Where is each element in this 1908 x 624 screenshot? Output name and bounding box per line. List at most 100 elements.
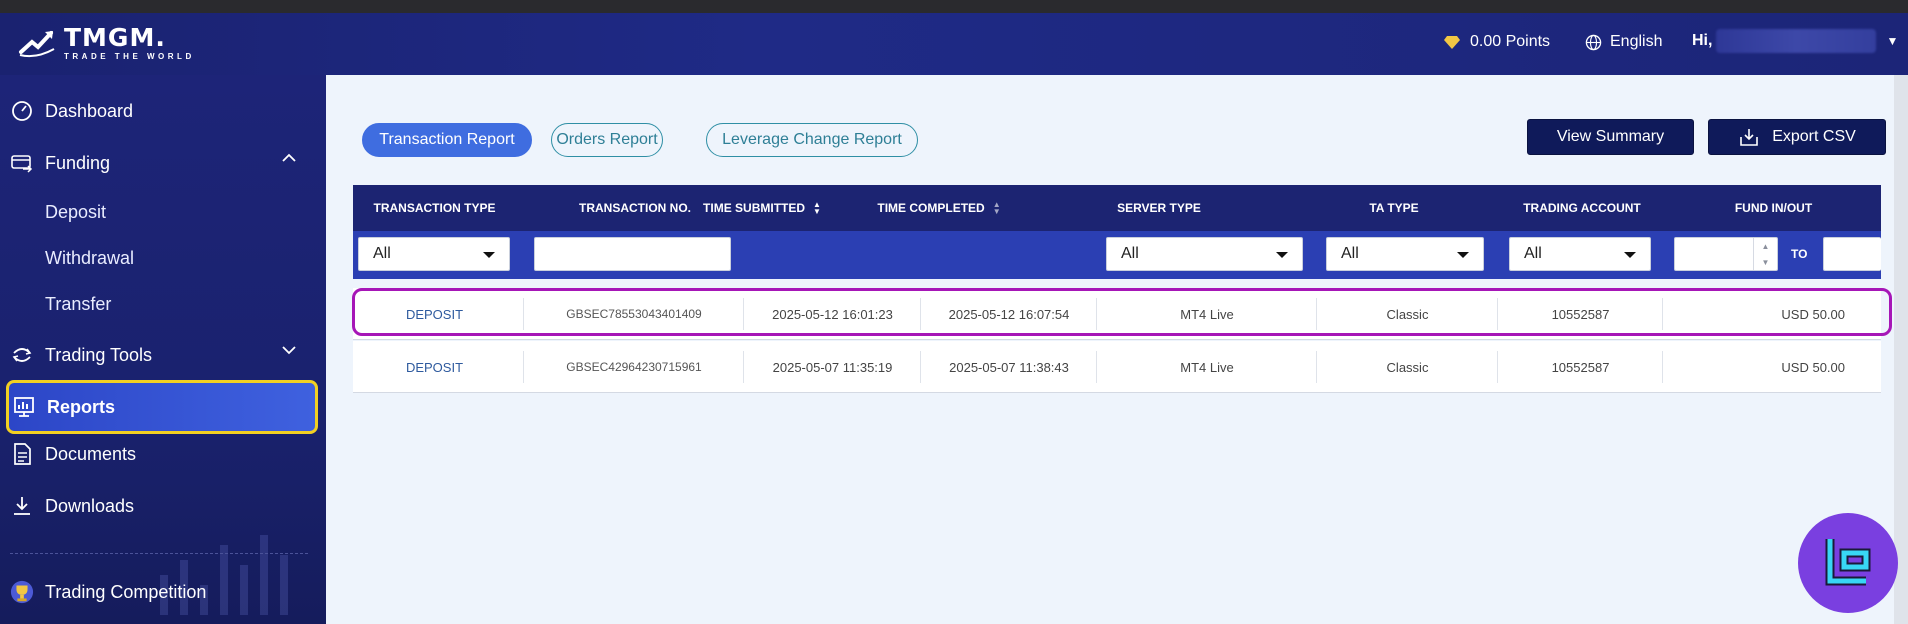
top-header: TMGM. TRADE THE WORLD 0.00 Points Englis… xyxy=(0,13,1908,75)
col-time-submitted[interactable]: TIME SUBMITTED ▲ ▼ xyxy=(673,185,851,231)
sidebar-item-trading-competition[interactable]: Trading Competition xyxy=(10,568,316,616)
col-trading-account: TRADING ACCOUNT xyxy=(1523,201,1641,215)
ta-type-filter-value: All xyxy=(1341,245,1359,262)
sidebar-item-withdrawal[interactable]: Withdrawal xyxy=(45,248,134,269)
cell-divider xyxy=(1498,298,1663,330)
chevron-up-icon xyxy=(282,153,296,162)
col-time-completed-label: TIME COMPLETED xyxy=(877,201,985,215)
sidebar-item-trading-tools[interactable]: Trading Tools xyxy=(10,331,316,379)
table-row[interactable]: DEPOSIT GBSEC42964230715961 2025-05-07 1… xyxy=(353,341,1881,393)
logo-mark-icon xyxy=(19,31,55,58)
export-csv-button[interactable]: Export CSV xyxy=(1708,119,1886,155)
cell-divider xyxy=(744,298,921,330)
sidebar-item-label: Trading Tools xyxy=(45,344,153,365)
tab-orders-report[interactable]: Orders Report xyxy=(551,123,663,157)
col-time-submitted-label: TIME SUBMITTED xyxy=(703,201,806,215)
tab-transaction-report[interactable]: Transaction Report xyxy=(362,123,532,157)
table-row[interactable]: DEPOSIT GBSEC78553043401409 2025-05-12 1… xyxy=(353,288,1881,340)
sort-icon[interactable]: ▲ ▼ xyxy=(993,201,1001,216)
fund-max-input[interactable] xyxy=(1823,237,1881,271)
brand-badge-icon xyxy=(1798,513,1898,613)
sidebar-item-downloads[interactable]: Downloads xyxy=(10,482,316,530)
globe-icon xyxy=(1585,34,1602,50)
cell-divider xyxy=(1097,298,1317,330)
documents-icon xyxy=(10,442,34,466)
number-stepper[interactable]: ▲ ▼ xyxy=(1753,238,1777,270)
ta-type-filter[interactable]: All xyxy=(1326,237,1484,271)
tools-icon xyxy=(10,343,34,367)
fund-min-input[interactable]: ▲ ▼ xyxy=(1674,237,1778,271)
sidebar: Dashboard Funding Deposit Withdrawal Tra… xyxy=(0,75,326,624)
sidebar-item-label: Funding xyxy=(45,152,111,173)
redacted-username xyxy=(1716,29,1877,53)
cell-divider xyxy=(921,298,1097,330)
sidebar-item-label: Trading Competition xyxy=(45,581,207,602)
sidebar-item-label: Dashboard xyxy=(45,100,134,121)
server-type-filter[interactable]: All xyxy=(1106,237,1303,271)
view-summary-button[interactable]: View Summary xyxy=(1527,119,1694,155)
cell-divider xyxy=(1317,351,1498,383)
cell-divider xyxy=(353,298,524,330)
tmgm-logo[interactable]: TMGM. TRADE THE WORLD xyxy=(18,25,195,61)
col-time-completed[interactable]: TIME COMPLETED ▲ ▼ xyxy=(850,185,1028,231)
sidebar-item-label: Reports xyxy=(47,396,116,417)
tab-leverage-change-report[interactable]: Leverage Change Report xyxy=(706,123,918,157)
cell-divider xyxy=(524,298,744,330)
transaction-no-input[interactable] xyxy=(534,237,731,271)
points-label: 0.00 Points xyxy=(1470,33,1551,50)
reports-icon xyxy=(12,395,36,419)
sidebar-item-deposit[interactable]: Deposit xyxy=(45,202,106,223)
cell-divider xyxy=(1317,298,1498,330)
dropdown-arrow-icon xyxy=(1276,252,1288,258)
points-display[interactable]: 0.00 Points xyxy=(1444,33,1550,51)
filter-row: All All All All ▲ ▼ TO xyxy=(353,231,1881,279)
vertical-scrollbar[interactable] xyxy=(1894,75,1908,624)
cell-fund-in-out: USD 50.00 xyxy=(1781,359,1845,375)
cell-divider xyxy=(353,351,524,383)
sidebar-item-label: Downloads xyxy=(45,495,135,516)
col-ta-type: TA TYPE xyxy=(1369,201,1419,215)
transaction-type-filter[interactable]: All xyxy=(358,237,510,271)
caret-down-icon: ▼ xyxy=(1886,34,1899,48)
transaction-type-filter-value: All xyxy=(373,245,391,262)
col-fund-in-out: FUND IN/OUT xyxy=(1734,201,1813,215)
dropdown-arrow-icon xyxy=(1457,252,1469,258)
col-server-type: SERVER TYPE xyxy=(1117,201,1201,215)
view-summary-label: View Summary xyxy=(1556,128,1665,145)
cell-divider xyxy=(921,351,1097,383)
dropdown-arrow-icon xyxy=(483,252,495,258)
export-icon xyxy=(1740,129,1759,146)
user-menu[interactable]: Hi, ▼ xyxy=(1692,29,1898,53)
sidebar-item-funding[interactable]: Funding xyxy=(10,139,316,187)
cell-divider xyxy=(744,351,921,383)
logo-name: TMGM. xyxy=(64,23,166,52)
trading-account-filter-value: All xyxy=(1524,245,1542,262)
main-content: Transaction Report Orders Report Leverag… xyxy=(326,75,1908,624)
sidebar-item-label: Documents xyxy=(45,443,137,464)
cell-divider xyxy=(524,351,744,383)
greeting-label: Hi, xyxy=(1692,32,1713,49)
browser-top-strip xyxy=(0,0,1908,13)
sidebar-item-documents[interactable]: Documents xyxy=(10,430,316,478)
to-label: TO xyxy=(1791,247,1808,261)
dashboard-icon xyxy=(10,99,34,123)
sidebar-item-dashboard[interactable]: Dashboard xyxy=(10,87,316,135)
trophy-icon xyxy=(10,580,34,604)
sidebar-item-transfer[interactable]: Transfer xyxy=(45,294,111,315)
cell-divider xyxy=(1498,351,1663,383)
export-csv-label: Export CSV xyxy=(1772,128,1856,145)
sort-icon[interactable]: ▲ ▼ xyxy=(813,201,821,216)
sidebar-item-reports[interactable]: Reports xyxy=(6,380,318,434)
cell-divider xyxy=(1097,351,1317,383)
logo-tagline: TRADE THE WORLD xyxy=(64,52,195,61)
cell-fund-in-out: USD 50.00 xyxy=(1781,306,1845,322)
language-selector[interactable]: English xyxy=(1585,33,1662,51)
col-transaction-type: TRANSACTION TYPE xyxy=(373,201,496,215)
language-label: English xyxy=(1610,33,1663,50)
trading-account-filter[interactable]: All xyxy=(1509,237,1651,271)
diamond-icon xyxy=(1444,36,1460,49)
download-icon xyxy=(10,494,34,518)
sidebar-divider xyxy=(10,553,308,554)
dropdown-arrow-icon xyxy=(1624,252,1636,258)
funding-icon xyxy=(10,151,34,175)
